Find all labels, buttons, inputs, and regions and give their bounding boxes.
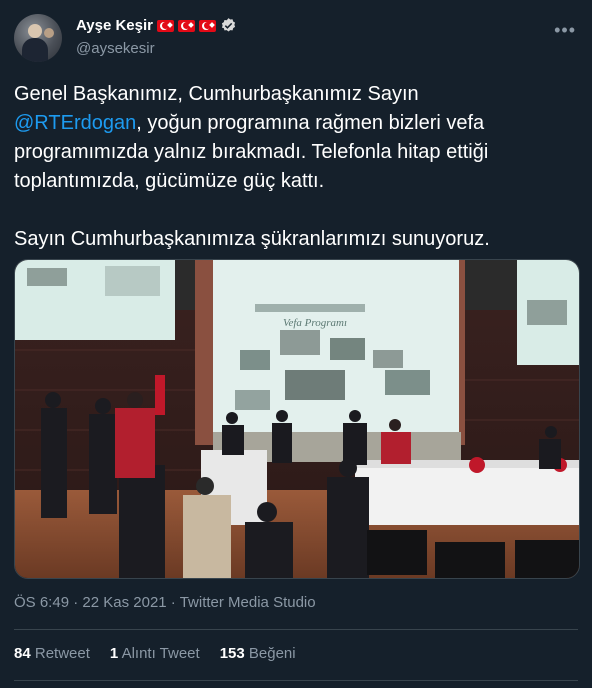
quotes-stat[interactable]: 1 Alıntı Tweet [110,645,200,662]
tweet-media-image[interactable]: Vefa Programı [14,259,580,579]
flag-turkey-icon [178,19,195,32]
conference-photo: Vefa Programı [15,260,579,578]
quotes-label: Alıntı Tweet [121,645,200,662]
meta-separator: · [166,594,180,611]
tweet-line-2: , yoğun programına rağmen bizleri vefa [136,112,485,134]
tweet-stats: 84 Retweet 1 Alıntı Tweet 153 Beğeni [14,645,296,662]
flag-turkey-icon [199,19,216,32]
tweet-text: Genel Başkanımız, Cumhurbaşkanımız Sayın… [14,80,579,254]
meta-separator: · [69,594,83,611]
avatar[interactable] [14,14,62,62]
likes-label: Beğeni [248,645,296,662]
tweet-meta: ÖS 6:49 · 22 Kas 2021 · Twitter Media St… [14,594,316,611]
divider [14,680,578,681]
tweet-header: Ayşe Keşir @aysekesir ••• [14,14,580,64]
author-name-row: Ayşe Keşir [76,17,237,34]
more-options-icon[interactable]: ••• [554,20,576,41]
verified-badge-icon [221,18,236,32]
retweets-label: Retweet [34,645,90,662]
retweets-count: 84 [14,645,31,662]
likes-stat[interactable]: 153 Beğeni [220,645,296,662]
likes-count: 153 [219,645,245,662]
flag-turkey-icon [157,19,174,32]
mention-link[interactable]: @RTErdogan [14,112,136,134]
tweet-source[interactable]: Twitter Media Studio [180,594,316,611]
tweet-time[interactable]: ÖS 6:49 [14,594,69,611]
divider [14,629,578,630]
tweet-date[interactable]: 22 Kas 2021 [82,594,166,611]
author-name[interactable]: Ayşe Keşir [76,17,153,34]
screen-title: Vefa Programı [283,317,347,329]
tweet-line-3: programımızda yalnız bırakmadı. Telefonl… [14,141,489,163]
tweet-line-4: toplantımızda, gücümüze güç kattı. [14,170,325,192]
tweet-line-5: Sayın Cumhurbaşkanımıza şükranlarımızı s… [14,228,490,250]
quotes-count: 1 [109,645,119,662]
retweets-stat[interactable]: 84 Retweet [14,645,90,662]
author-handle[interactable]: @aysekesir [76,40,155,57]
tweet-line-1: Genel Başkanımız, Cumhurbaşkanımız Sayın [14,83,419,105]
